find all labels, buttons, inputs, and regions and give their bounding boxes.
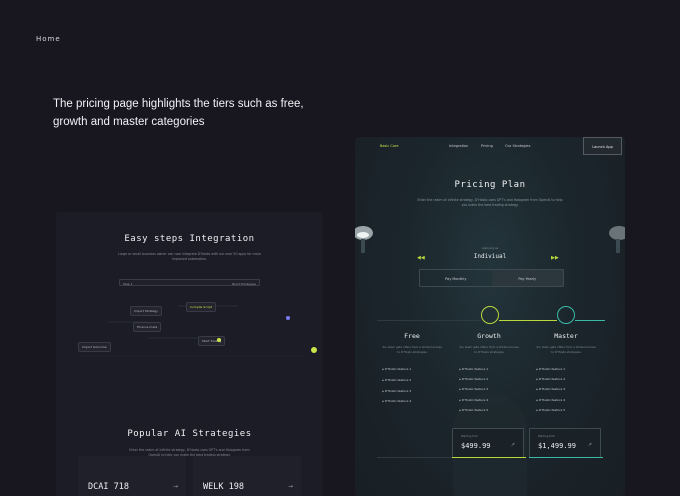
tier-master-desc: You team gets offers from a limited acce… (536, 345, 596, 354)
integration-step-bar[interactable]: Step 1 Build Strategies (119, 279, 260, 286)
top-nav: Basic Core Integration Pricing Our Strat… (355, 137, 625, 157)
tier-free-desc: You team gets offers from a limited acce… (382, 345, 442, 354)
tier-growth-desc: You team gets offers from a limited acce… (459, 345, 519, 354)
node-dot-lime (217, 338, 221, 342)
strategy-name: DCAI 718 (88, 482, 129, 492)
page-headline: The pricing page highlights the tiers su… (53, 98, 304, 128)
node-dot-lime-2 (311, 347, 317, 353)
nav-pricing[interactable]: Pricing (481, 144, 493, 148)
price-label: Starting from (538, 435, 556, 438)
bottom-divider-right (529, 457, 603, 458)
tier-divider-mid (499, 320, 557, 321)
next-arrow-icon[interactable]: ▶▶ (551, 255, 559, 261)
growth-price: $499.99 (461, 442, 491, 450)
integration-diagram: Import Strategy Finance meta Compile Scr… (78, 294, 317, 364)
arrow-right-icon: ↗ (587, 442, 592, 448)
strategies-heading: Popular AI Strategies (127, 429, 252, 439)
free-feature: D'Hosto feature 3 (382, 389, 411, 393)
master-feature: D'Hosto feature 4 (536, 398, 565, 402)
node-finance-meta: Finance meta (133, 322, 162, 332)
arrow-right-icon: → (172, 483, 178, 490)
tier-growth-name: Growth (477, 332, 501, 340)
pricing-title: Pricing Plan (454, 180, 526, 190)
applicant-type: Indiviual (473, 253, 507, 260)
free-feature: D'Hosto feature 4 (382, 399, 411, 403)
master-feature: D'Hosto feature 2 (536, 377, 565, 381)
node-start-trading[interactable]: Start Trading (198, 336, 226, 346)
tier-master-name: Master (554, 332, 578, 340)
master-feature: D'Hosto feature 5 (536, 408, 565, 412)
growth-feature: D'Hosto feature 2 (459, 377, 488, 381)
growth-price-box[interactable]: Starting from $499.99 ↗ (452, 428, 524, 458)
nav-integration[interactable]: Integration (449, 144, 468, 148)
growth-feature: D'Hosto feature 5 (459, 408, 488, 412)
growth-feature: D'Hosto feature 3 (459, 387, 488, 391)
node-dot-purple (286, 316, 290, 320)
growth-feature: D'Hosto feature 4 (459, 398, 488, 402)
pay-yearly-option[interactable]: Pay Yearly (491, 270, 563, 286)
price-label: Starting from (461, 435, 479, 438)
integration-subtitle: Large or small business owner can now in… (118, 252, 261, 261)
arrow-right-icon: ↗ (510, 442, 515, 448)
growth-feature: D'Hosto feature 1 (459, 367, 488, 371)
strategy-card-2[interactable]: WELK 198 → (193, 456, 301, 496)
free-feature: D'Hosto feature 2 (382, 378, 411, 382)
free-feature: D'Hosto feature 1 (382, 367, 411, 371)
node-import-outcome: Import Outcome (78, 342, 111, 352)
strategy-name: WELK 198 (203, 482, 244, 492)
master-price-box[interactable]: Starting from $1,499.99 ↗ (529, 428, 601, 458)
pay-monthly-option[interactable]: Pay Monthly (420, 270, 492, 286)
master-ring (557, 306, 575, 324)
pricing-card: Basic Core Integration Pricing Our Strat… (355, 137, 625, 496)
pricing-subtitle: Enter the realm of infinite strategy, D'… (417, 198, 563, 207)
integration-card: Easy steps Integration Large or small bu… (56, 212, 323, 496)
growth-ring (481, 306, 499, 324)
strategy-card-1[interactable]: DCAI 718 → (78, 456, 186, 496)
home-label[interactable]: Home (36, 35, 61, 43)
nav-strategies[interactable]: Our Strategies (505, 144, 530, 148)
master-feature: D'Hosto feature 3 (536, 387, 565, 391)
arrow-right-icon: → (287, 483, 293, 490)
bottom-divider-mid (452, 457, 526, 458)
launch-app-button[interactable]: Launch App (583, 137, 622, 155)
prev-arrow-icon[interactable]: ◀◀ (417, 255, 425, 261)
node-compile-script: Compile Script (186, 302, 216, 312)
step-bar-left: Step 1 (123, 281, 133, 286)
tier-divider-right (575, 320, 605, 321)
applying-label: Applying as (481, 246, 499, 250)
master-feature: D'Hosto feature 1 (536, 367, 565, 371)
integration-title: Easy steps Integration (124, 234, 255, 244)
node-import-strategy: Import Strategy (130, 306, 162, 316)
billing-toggle[interactable]: Pay Monthly Pay Yearly (419, 269, 564, 287)
step-bar-right: Build Strategies (232, 281, 256, 286)
tier-free-name: Free (404, 332, 420, 340)
logo[interactable]: Basic Core (380, 144, 398, 148)
master-price: $1,499.99 (538, 442, 576, 450)
bottom-divider-left (377, 457, 452, 458)
tier-divider-left (377, 320, 481, 321)
